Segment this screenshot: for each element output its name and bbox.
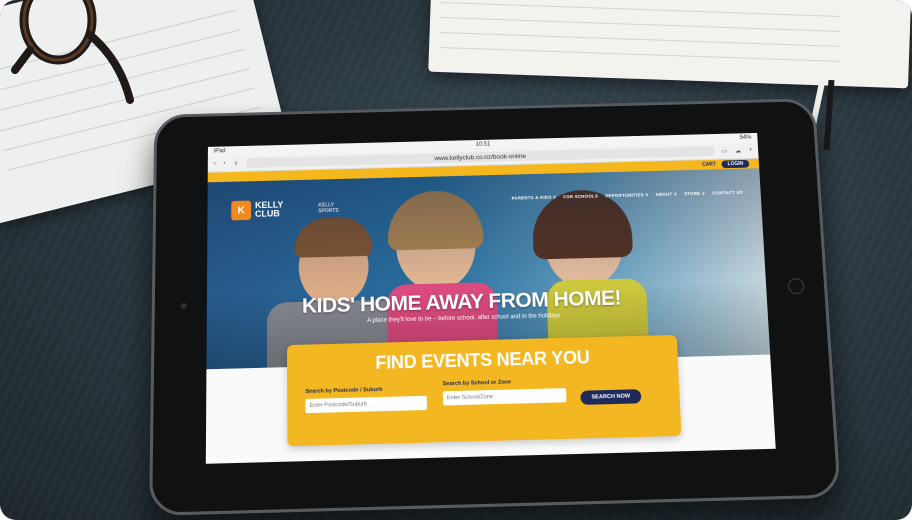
school-label: Search by School or Zone [442, 379, 512, 388]
front-camera [180, 302, 187, 310]
url-text: www.kellyclub.co.nz/book-online [434, 152, 527, 162]
photo-scene: iPad 10:51 54% ‹ › ⇪ www.kellyclub.co.nz… [0, 0, 912, 520]
kelly-sports-logo[interactable]: KELLY SPORTS [318, 202, 338, 214]
cloud-icon[interactable]: ☁ [735, 147, 741, 154]
postcode-input[interactable] [305, 395, 428, 414]
login-button[interactable]: LOGIN [721, 159, 750, 169]
search-now-button[interactable]: SEARCH NOW [580, 389, 642, 405]
glasses-icon [11, 0, 134, 104]
nav-about[interactable]: ABOUT ∨ [655, 192, 677, 198]
logo-mark: K [231, 200, 252, 221]
bookmarks-icon[interactable]: ▭ [721, 148, 728, 154]
ipad-device: iPad 10:51 54% ‹ › ⇪ www.kellyclub.co.nz… [149, 98, 842, 516]
carrier-label: iPad [213, 148, 226, 155]
cart-link[interactable]: CART [702, 162, 716, 168]
clock: 10:51 [475, 141, 491, 148]
nav-parents-kids[interactable]: PARENTS & KIDS ∨ [511, 195, 556, 202]
forward-icon[interactable]: › [224, 161, 226, 167]
back-icon[interactable]: ‹ [214, 161, 216, 167]
new-tab-icon[interactable]: + [749, 147, 753, 153]
home-button[interactable] [787, 278, 805, 295]
event-finder-panel: FIND EVENTS NEAR YOU Search by Postcode … [287, 334, 682, 447]
nav-for-schools[interactable]: FOR SCHOOLS [563, 194, 598, 201]
logo2-line2: SPORTS [318, 207, 339, 215]
postcode-label: Search by Postcode / Suburb [305, 386, 383, 395]
nav-store[interactable]: STORE ∨ [684, 191, 705, 197]
school-input[interactable] [442, 388, 567, 406]
nav-opportunities[interactable]: OPPORTUNITIES ∨ [605, 192, 649, 199]
nav-contact[interactable]: CONTACT US [712, 190, 743, 197]
battery-label: 54% [739, 134, 752, 141]
logo-line2: CLUB [255, 208, 280, 219]
finder-title: FIND EVENTS NEAR YOU [375, 347, 590, 373]
share-icon[interactable]: ⇪ [233, 160, 238, 167]
kelly-club-logo[interactable]: K KELLY CLUB [231, 200, 283, 221]
ipad-screen: iPad 10:51 54% ‹ › ⇪ www.kellyclub.co.nz… [205, 132, 776, 464]
